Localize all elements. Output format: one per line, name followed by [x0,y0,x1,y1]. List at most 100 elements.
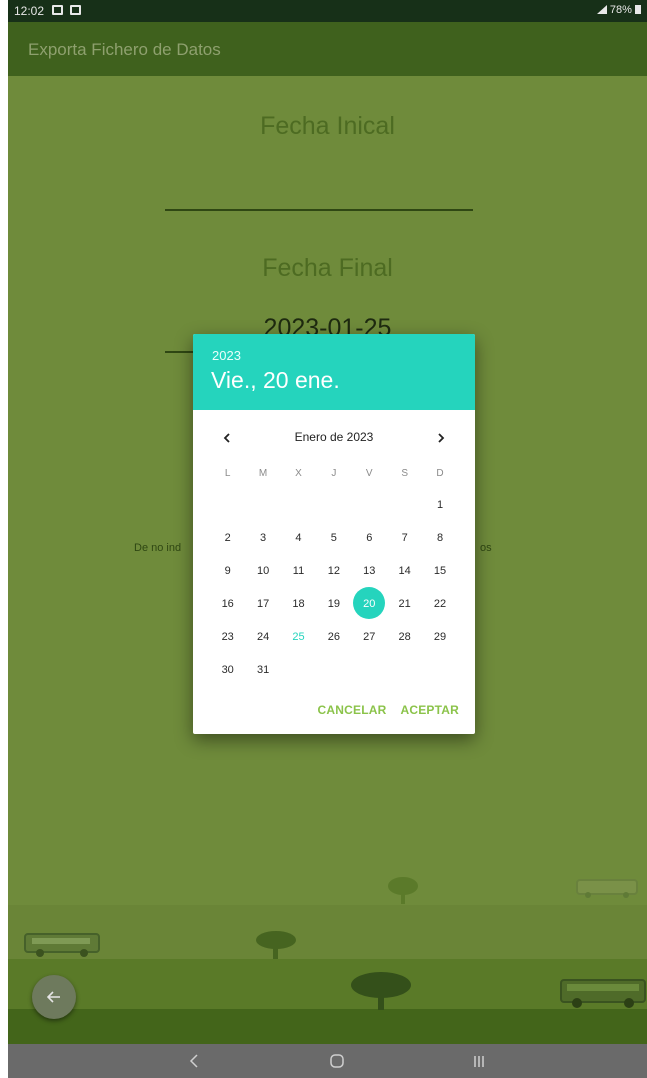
calendar-day[interactable]: 14 [387,554,422,587]
nav-home-icon[interactable] [326,1052,348,1070]
calendar-day[interactable]: 8 [422,521,457,554]
nav-recents-icon[interactable] [468,1052,490,1070]
calendar-day[interactable]: 28 [387,620,422,653]
weekday-label: M [258,468,268,479]
bus-icon [560,979,646,1008]
calendar-day[interactable]: 31 [245,653,280,686]
calendar-day[interactable]: 17 [245,587,280,620]
calendar-day-number: 4 [295,531,302,544]
calendar-day[interactable]: 10 [245,554,280,587]
calendar-day-number: 19 [327,597,340,610]
calendar-day[interactable]: 12 [316,554,351,587]
accept-button[interactable]: ACEPTAR [400,703,459,717]
selected-date[interactable]: Vie., 20 ene. [211,367,340,394]
calendar-day[interactable]: 24 [245,620,280,653]
calendar-day-number: 9 [224,564,231,577]
calendar-day[interactable]: 23 [210,620,245,653]
calendar-day[interactable]: 9 [210,554,245,587]
calendar-week: 1 [210,488,458,521]
calendar-day-number: 2 [224,531,231,544]
calendar-day-number: 7 [401,531,408,544]
cancel-button[interactable]: CANCELAR [318,703,387,717]
app-notification-icon [70,5,81,15]
weekday-label: X [295,468,302,479]
tree-icon [351,972,411,1010]
calendar-week: 30 31 [210,653,458,686]
calendar-day[interactable]: 29 [422,620,457,653]
landscape-middle [8,959,647,1009]
calendar-day[interactable]: 13 [352,554,387,587]
calendar-day[interactable]: 26 [316,620,351,653]
arrow-left-icon [47,991,60,1003]
calendar-day[interactable]: 18 [281,587,316,620]
landscape-near [8,1009,647,1044]
calendar-day[interactable]: 21 [387,587,422,620]
system-nav-bar [8,1044,647,1078]
calendar-day[interactable]: 30 [210,653,245,686]
calendar-week: 2 3 4 5 6 7 8 [210,521,458,554]
calendar-day[interactable]: 6 [352,521,387,554]
selected-year[interactable]: 2023 [212,348,241,363]
calendar-day[interactable]: 19 [316,587,351,620]
end-date-label: Fecha Final [262,254,393,282]
landscape-far [8,905,647,959]
weekday-label: L [224,468,231,479]
calendar-day-number: 20 [363,597,376,610]
note-text-right: os [480,542,492,554]
weekday-label: S [401,468,408,479]
signal-icon [596,5,607,14]
status-time: 12:02 [14,4,45,18]
calendar-week: 16 17 18 19 20 21 22 [210,587,458,620]
calendar-day[interactable]: 20 [352,587,387,620]
calendar-week: 23 24 25 26 27 28 29 [210,620,458,653]
calendar-day-number: 25 [292,630,305,643]
calendar-day-number: 22 [433,597,447,610]
weekday-header: LMXJVSD [210,468,458,479]
chevron-right-icon [438,433,445,443]
date-picker-dialog: 2023 Vie., 20 ene. Enero de 2023 LMXJVSD… [193,334,475,734]
chevron-left-icon [223,433,230,443]
calendar-day-number: 17 [256,597,270,610]
screen: 12:02 78% Exporta Fichero de Datos Fecha… [8,0,647,1078]
calendar-day-number: 12 [327,564,340,577]
calendar-day[interactable]: 15 [422,554,457,587]
note-text-left: De no ind [134,542,182,554]
nav-back-icon[interactable] [183,1052,205,1070]
bus-icon [576,879,638,898]
calendar-day[interactable]: 25 [281,620,316,653]
month-navigation: Enero de 2023 [193,426,475,450]
calendar-day-number: 30 [221,663,234,676]
calendar-day-number: 6 [366,531,373,544]
calendar-day-number: 13 [363,564,376,577]
gallery-notification-icon [52,5,63,15]
calendar-day-number: 3 [260,531,267,544]
month-title: Enero de 2023 [294,430,374,444]
app-bar: Exporta Fichero de Datos [8,22,647,76]
battery-percent: 78% [609,4,632,16]
calendar-day-number: 1 [436,498,444,511]
calendar-day[interactable]: 27 [352,620,387,653]
calendar-day[interactable]: 16 [210,587,245,620]
calendar-day[interactable]: 1 [422,488,457,521]
bus-icon [24,933,100,957]
weekday-label: J [331,468,337,479]
next-month-button[interactable] [429,426,453,450]
calendar-day-number: 21 [398,597,411,610]
calendar-day[interactable]: 22 [422,587,457,620]
dialog-actions: CANCELAR ACEPTAR [318,703,459,717]
app-title: Exporta Fichero de Datos [28,40,221,59]
back-fab[interactable] [32,975,76,1019]
calendar-day-number: 16 [221,597,234,610]
calendar-day[interactable]: 3 [245,521,280,554]
calendar-day-number: 24 [256,630,270,643]
prev-month-button[interactable] [215,426,239,450]
calendar-day[interactable]: 7 [387,521,422,554]
calendar-day[interactable]: 5 [316,521,351,554]
start-date-underline [165,209,473,211]
calendar-day[interactable]: 4 [281,521,316,554]
calendar-day[interactable]: 2 [210,521,245,554]
calendar-day-number: 27 [363,630,376,643]
tree-icon [388,877,418,904]
calendar-day[interactable]: 11 [281,554,316,587]
calendar-day-number: 23 [221,630,234,643]
